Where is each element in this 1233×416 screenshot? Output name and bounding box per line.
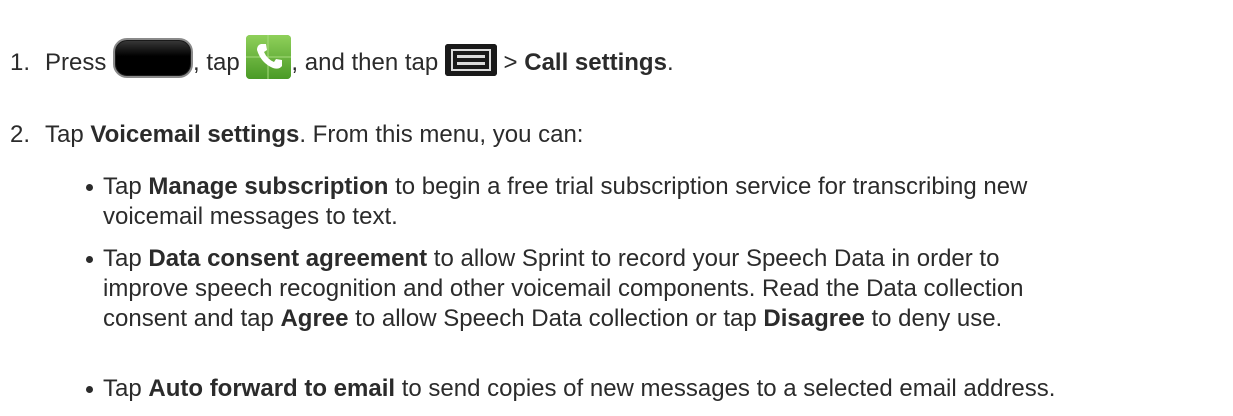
- bullet-marker: [86, 256, 93, 263]
- step-text: Tap: [45, 121, 84, 148]
- bullet-text: to send copies of new messages to a sele…: [395, 375, 1056, 402]
- call-settings-label: Call settings: [524, 49, 667, 76]
- data-consent-agreement-label: Data consent agreement: [148, 245, 428, 272]
- document-page: { "steps": [ { "number": "1.", "parts": …: [0, 0, 1233, 416]
- disagree-label: Disagree: [763, 305, 865, 332]
- phone-app-icon: [246, 34, 292, 79]
- step-2: 2. Tap Voicemail settings. From this menu…: [10, 120, 583, 150]
- step-text: , tap: [193, 49, 240, 76]
- home-button-icon: [113, 37, 194, 78]
- menu-icon: [444, 43, 497, 76]
- agree-label: Agree: [280, 305, 349, 332]
- bullet-marker: [86, 386, 93, 393]
- bullet-text: to allow Speech Data collection or tap: [348, 305, 764, 332]
- bullet-text: consent and tap: [103, 305, 281, 332]
- step-number: 1.: [10, 49, 31, 76]
- step-text: . From this menu, you can:: [299, 121, 584, 148]
- bullet-text: voicemail messages to text.: [103, 203, 398, 230]
- manage-subscription-label: Manage subscription: [148, 173, 389, 200]
- bullet-3-line-1: Tap Auto forward to email to send copies…: [103, 374, 1055, 404]
- step-number: 2.: [10, 121, 31, 148]
- bullet-text: Tap: [103, 173, 149, 200]
- step-text: , and then tap: [291, 49, 439, 76]
- step-text: Press: [45, 49, 107, 76]
- step-text: >: [503, 49, 518, 76]
- step-1: 1. Press , tap , and then tap > Call sett…: [10, 34, 674, 79]
- bullet-text: to deny use.: [864, 305, 1003, 332]
- bullet-text: Tap: [103, 245, 149, 272]
- bullet-1-line-1: Tap Manage subscription to begin a free …: [103, 172, 1027, 202]
- bullet-text: to allow Sprint to record your Speech Da…: [427, 245, 1000, 272]
- bullet-marker: [86, 184, 93, 191]
- voicemail-settings-label: Voicemail settings: [90, 121, 300, 148]
- bullet-2-line-2: improve speech recognition and other voi…: [103, 274, 1024, 304]
- bullet-text: improve speech recognition and other voi…: [103, 275, 1024, 302]
- bullet-2-line-3: consent and tap Agree to allow Speech Da…: [103, 304, 1002, 334]
- step-text: .: [666, 49, 674, 76]
- bullet-text: to begin a free trial subscription servi…: [388, 173, 1028, 200]
- bullet-text: Tap: [103, 375, 149, 402]
- bullet-2-line-1: Tap Data consent agreement to allow Spri…: [103, 244, 999, 274]
- auto-forward-label: Auto forward to email: [148, 375, 396, 402]
- bullet-1-line-2: voicemail messages to text.: [103, 202, 398, 232]
